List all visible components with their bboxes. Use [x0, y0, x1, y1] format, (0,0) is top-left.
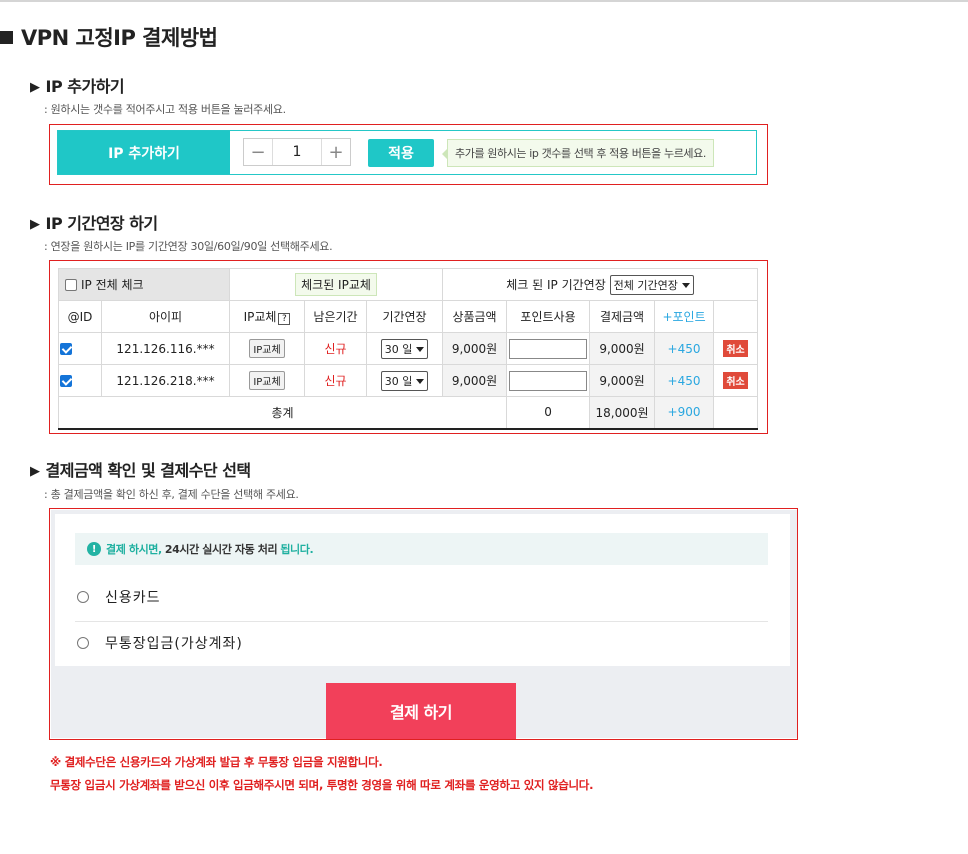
- row-checkbox[interactable]: [60, 342, 72, 355]
- point-cell: +450: [654, 332, 715, 365]
- triangle-bullet-icon: ▶: [30, 464, 40, 479]
- check-all-checkbox[interactable]: [65, 279, 77, 291]
- row-check-cell[interactable]: [58, 332, 102, 365]
- table-header-row: @ID 아이피 IP교체? 남은기간 기간연장 상품금액 포인트사용 결제금액 …: [58, 300, 759, 333]
- credit-card-radio[interactable]: [77, 591, 89, 603]
- payment-method-bank-option[interactable]: 무통장입금(가상계좌): [75, 623, 768, 663]
- point-input-cell: [506, 332, 591, 365]
- column-header: 아이피: [100, 300, 231, 333]
- extend-checked-cell: 체크 된 IP 기간연장 전체 기간연장: [442, 268, 759, 301]
- extend-section-title: ▶ IP 기간연장 하기: [30, 214, 158, 233]
- point-input-cell: [506, 364, 591, 397]
- quantity-stepper: − 1 +: [243, 138, 351, 166]
- remain-cell: 신규: [304, 332, 368, 365]
- cancel-cell: 취소: [713, 332, 759, 365]
- column-header: IP교체?: [229, 300, 306, 333]
- triangle-bullet-icon: ▶: [30, 80, 40, 95]
- pay-cell: 9,000원: [589, 332, 656, 365]
- option-divider: [75, 621, 768, 622]
- add-ip-panel: IP 추가하기 − 1 + 적용 추가를 원하시는 ip 갯수를 선택 후 적용…: [49, 124, 768, 185]
- add-ip-label: IP 추가하기: [58, 131, 230, 174]
- payment-method-card: ! 결제 하시면, 24시간 실시간 자동 처리 됩니다. 신용카드 무통장입금…: [55, 514, 790, 666]
- help-icon[interactable]: ?: [278, 313, 291, 325]
- footer-note-1: ※ 결제수단은 신용카드와 가상계좌 발급 후 무통장 입금을 지원합니다.: [50, 755, 383, 769]
- cancel-button[interactable]: 취소: [723, 372, 748, 389]
- apply-button[interactable]: 적용: [368, 139, 434, 167]
- change-checked-ip-button[interactable]: 체크된 IP교체: [295, 273, 377, 296]
- chevron-down-icon: [416, 378, 425, 384]
- column-header: +포인트: [654, 300, 715, 333]
- period-cell: 30 일: [366, 332, 444, 365]
- payment-panel: ! 결제 하시면, 24시간 실시간 자동 처리 됩니다. 신용카드 무통장입금…: [49, 508, 798, 740]
- change-ip-button[interactable]: IP교체: [249, 339, 285, 358]
- column-header: @ID: [58, 300, 102, 333]
- point-use-input[interactable]: [509, 370, 588, 391]
- column-header: 기간연장: [366, 300, 444, 333]
- period-select[interactable]: 30 일: [380, 338, 429, 359]
- column-header: 결제금액: [589, 300, 656, 333]
- add-section-desc: : 원하시는 갯수를 적어주시고 적용 버튼을 눌러주세요.: [44, 103, 286, 116]
- top-divider: [0, 0, 968, 2]
- payment-section-desc: : 총 결제금액을 확인 하신 후, 결제 수단을 선택해 주세요.: [44, 488, 299, 501]
- column-header: 남은기간: [304, 300, 368, 333]
- change-ip-button[interactable]: IP교체: [249, 371, 285, 390]
- quantity-input[interactable]: 1: [272, 139, 322, 165]
- increment-button[interactable]: +: [322, 139, 350, 165]
- square-bullet-icon: [0, 31, 13, 44]
- cancel-button[interactable]: 취소: [723, 340, 748, 357]
- point-cell: +450: [654, 364, 715, 397]
- total-label: 총계: [57, 396, 508, 430]
- check-all-cell[interactable]: IP 전체 체크: [57, 268, 231, 301]
- change-cell: IP교체: [229, 332, 306, 365]
- pay-cell: 9,000원: [589, 364, 656, 397]
- extend-ip-panel: IP 전체 체크 체크된 IP교체 체크 된 IP 기간연장 전체 기간연장 @…: [49, 260, 768, 434]
- total-point-used: 0: [506, 396, 591, 430]
- change-checked-cell: 체크된 IP교체: [229, 268, 444, 301]
- row-checkbox[interactable]: [60, 374, 72, 387]
- column-header: [713, 300, 759, 333]
- remain-cell: 신규: [304, 364, 368, 397]
- table-row: 121.126.218.*** IP교체 신규 30 일 9,000원 9,00…: [58, 364, 759, 397]
- extend-section-desc: : 연장을 원하시는 IP를 기간연장 30일/60일/90일 선택해주세요.: [44, 240, 333, 253]
- period-select[interactable]: 30 일: [380, 370, 429, 391]
- apply-hint-tooltip: 추가를 원하시는 ip 갯수를 선택 후 적용 버튼을 누르세요.: [442, 139, 714, 167]
- auto-process-notice: ! 결제 하시면, 24시간 실시간 자동 처리 됩니다.: [75, 533, 768, 565]
- add-section-title: ▶ IP 추가하기: [30, 77, 125, 96]
- table-row: 121.126.116.*** IP교체 신규 30 일 9,000원 9,00…: [58, 332, 759, 365]
- point-use-input[interactable]: [509, 338, 588, 359]
- total-empty: [713, 396, 759, 430]
- ip-cell: 121.126.116.***: [100, 332, 231, 365]
- row-check-cell[interactable]: [58, 364, 102, 397]
- ip-cell: 121.126.218.***: [100, 364, 231, 397]
- price-cell: 9,000원: [442, 364, 508, 397]
- pay-button[interactable]: 결제 하기: [326, 683, 516, 739]
- extend-all-select[interactable]: 전체 기간연장: [609, 274, 694, 295]
- period-cell: 30 일: [366, 364, 444, 397]
- ip-extend-table: IP 전체 체크 체크된 IP교체 체크 된 IP 기간연장 전체 기간연장 @…: [57, 268, 759, 430]
- total-point: +900: [654, 396, 715, 430]
- add-ip-row: IP 추가하기 − 1 + 적용 추가를 원하시는 ip 갯수를 선택 후 적용…: [57, 130, 757, 175]
- price-cell: 9,000원: [442, 332, 508, 365]
- bank-transfer-radio[interactable]: [77, 637, 89, 649]
- decrement-button[interactable]: −: [244, 139, 272, 165]
- exclamation-icon: !: [87, 542, 101, 556]
- column-header: 상품금액: [442, 300, 508, 333]
- total-pay: 18,000원: [589, 396, 656, 430]
- cancel-cell: 취소: [713, 364, 759, 397]
- footer-note-2: 무통장 입금시 가상계좌를 받으신 이후 입금해주시면 되며, 투명한 경영을 …: [50, 778, 594, 792]
- payment-section-title: ▶ 결제금액 확인 및 결제수단 선택: [30, 461, 251, 480]
- payment-method-card-option[interactable]: 신용카드: [75, 577, 768, 617]
- triangle-bullet-icon: ▶: [30, 217, 40, 232]
- change-cell: IP교체: [229, 364, 306, 397]
- total-row: 총계 0 18,000원 +900: [57, 396, 759, 430]
- column-header: 포인트사용: [506, 300, 591, 333]
- page-title: VPN 고정IP 결제방법: [0, 22, 218, 52]
- chevron-down-icon: [416, 346, 425, 352]
- chevron-down-icon: [681, 282, 690, 288]
